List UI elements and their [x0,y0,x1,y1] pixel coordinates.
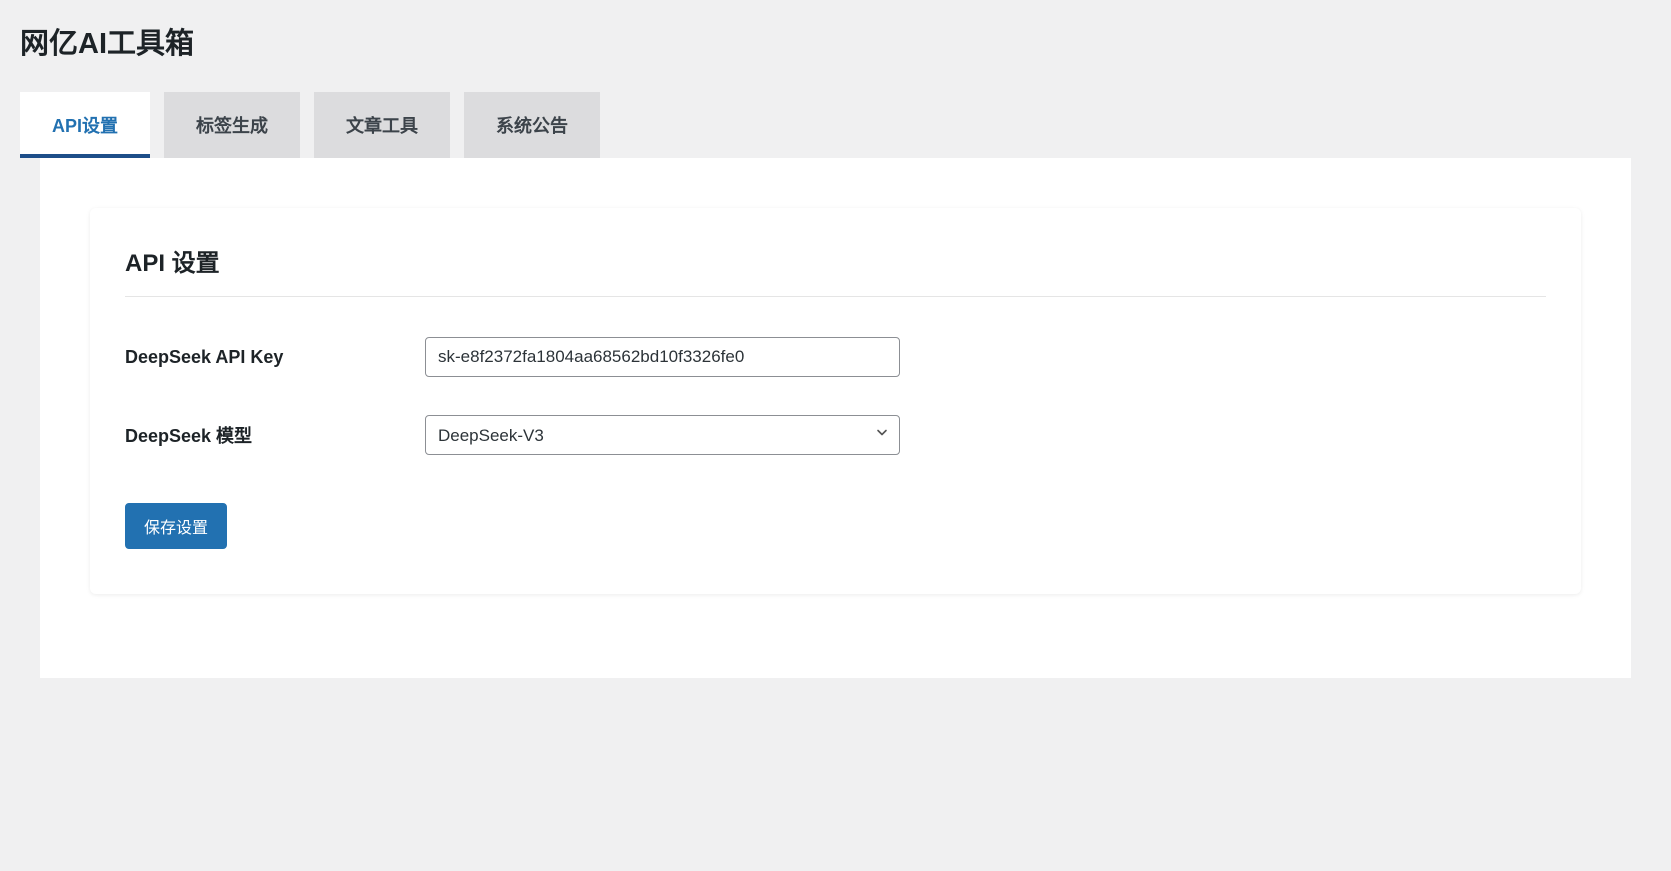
api-key-label: DeepSeek API Key [125,347,425,368]
content-panel: API 设置 DeepSeek API Key DeepSeek 模型 Deep… [40,158,1631,678]
card-title: API 设置 [125,243,1546,297]
tab-label: 文章工具 [346,116,418,136]
save-button-label: 保存设置 [144,520,208,537]
page-header: 网亿AI工具箱 [0,0,1671,72]
model-label: DeepSeek 模型 [125,422,425,448]
api-key-input[interactable] [425,337,900,377]
form-row-model: DeepSeek 模型 DeepSeek-V3 [125,415,1546,455]
tabs: API设置 标签生成 文章工具 系统公告 [20,92,1651,158]
tab-label: API设置 [52,116,118,136]
tab-tag-generation[interactable]: 标签生成 [164,92,300,158]
tab-label: 标签生成 [196,116,268,136]
tab-label: 系统公告 [496,116,568,136]
model-select[interactable]: DeepSeek-V3 [425,415,900,455]
tab-api-settings[interactable]: API设置 [20,92,150,158]
settings-card: API 设置 DeepSeek API Key DeepSeek 模型 Deep… [90,208,1581,594]
model-select-wrap: DeepSeek-V3 [425,415,900,455]
api-key-input-wrap [425,337,900,377]
page-title: 网亿AI工具箱 [20,20,1651,62]
form-row-api-key: DeepSeek API Key [125,337,1546,377]
tab-article-tools[interactable]: 文章工具 [314,92,450,158]
save-button[interactable]: 保存设置 [125,503,227,549]
tab-system-announcements[interactable]: 系统公告 [464,92,600,158]
tabs-container: API设置 标签生成 文章工具 系统公告 API 设置 DeepSeek API… [20,92,1651,678]
